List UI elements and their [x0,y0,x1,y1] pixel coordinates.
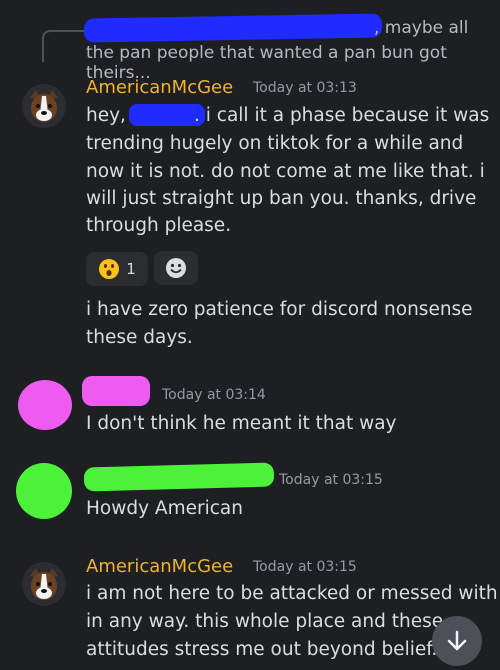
reaction-count: 1 [126,260,136,278]
message-text: Howdy American [86,498,243,519]
message-line: these days. [86,327,193,348]
message-line: attitudes stress me out beyond belief. [86,639,438,660]
username[interactable]: AmericanMcGee [86,77,233,98]
avatar-americanmcgee[interactable] [22,562,66,606]
astonished-face-icon [99,259,120,279]
message-line: through please. [86,215,232,236]
timestamp[interactable]: Today at 03:13 [253,80,357,96]
message-line: will just straight up ban you. thanks, d… [86,188,477,209]
avatar-redacted-pink[interactable] [18,380,72,430]
redacted-reply-username [83,13,383,43]
message-text-part1: hey, [86,105,126,126]
timestamp[interactable]: Today at 03:15 [253,559,357,575]
reply-connector-line [42,30,84,62]
message-line: i have zero patience for discord nonsens… [86,299,473,320]
jump-to-present-button[interactable] [432,616,482,666]
redacted-username-green [83,462,275,492]
redacted-username-pink [82,376,150,406]
reaction-astonished[interactable]: 1 [86,252,148,286]
timestamp[interactable]: Today at 03:15 [279,472,383,488]
arrow-down-icon [447,630,467,651]
reply-preview-line1[interactable]: , maybe all [374,18,468,38]
username[interactable]: AmericanMcGee [86,556,233,577]
timestamp[interactable]: Today at 03:14 [162,387,266,403]
add-reaction-button[interactable] [154,251,198,285]
dog-avatar-icon [22,84,66,128]
message-line: in any way. this whole place and these [86,611,444,632]
avatar-americanmcgee[interactable] [22,84,66,128]
avatar-redacted-green[interactable] [16,463,72,519]
message-line: i am not here to be attacked or messed w… [86,583,498,604]
message-line: trending hugely on tiktok for a while an… [86,133,464,154]
add-reaction-smiley-icon [166,258,186,278]
message-text: I don't think he meant it that way [86,413,397,434]
message-text-part2: . i call it a phase because it was [194,105,490,126]
message-line: now it is not. do not come at me like th… [86,161,485,182]
dog-avatar-icon [22,562,66,606]
